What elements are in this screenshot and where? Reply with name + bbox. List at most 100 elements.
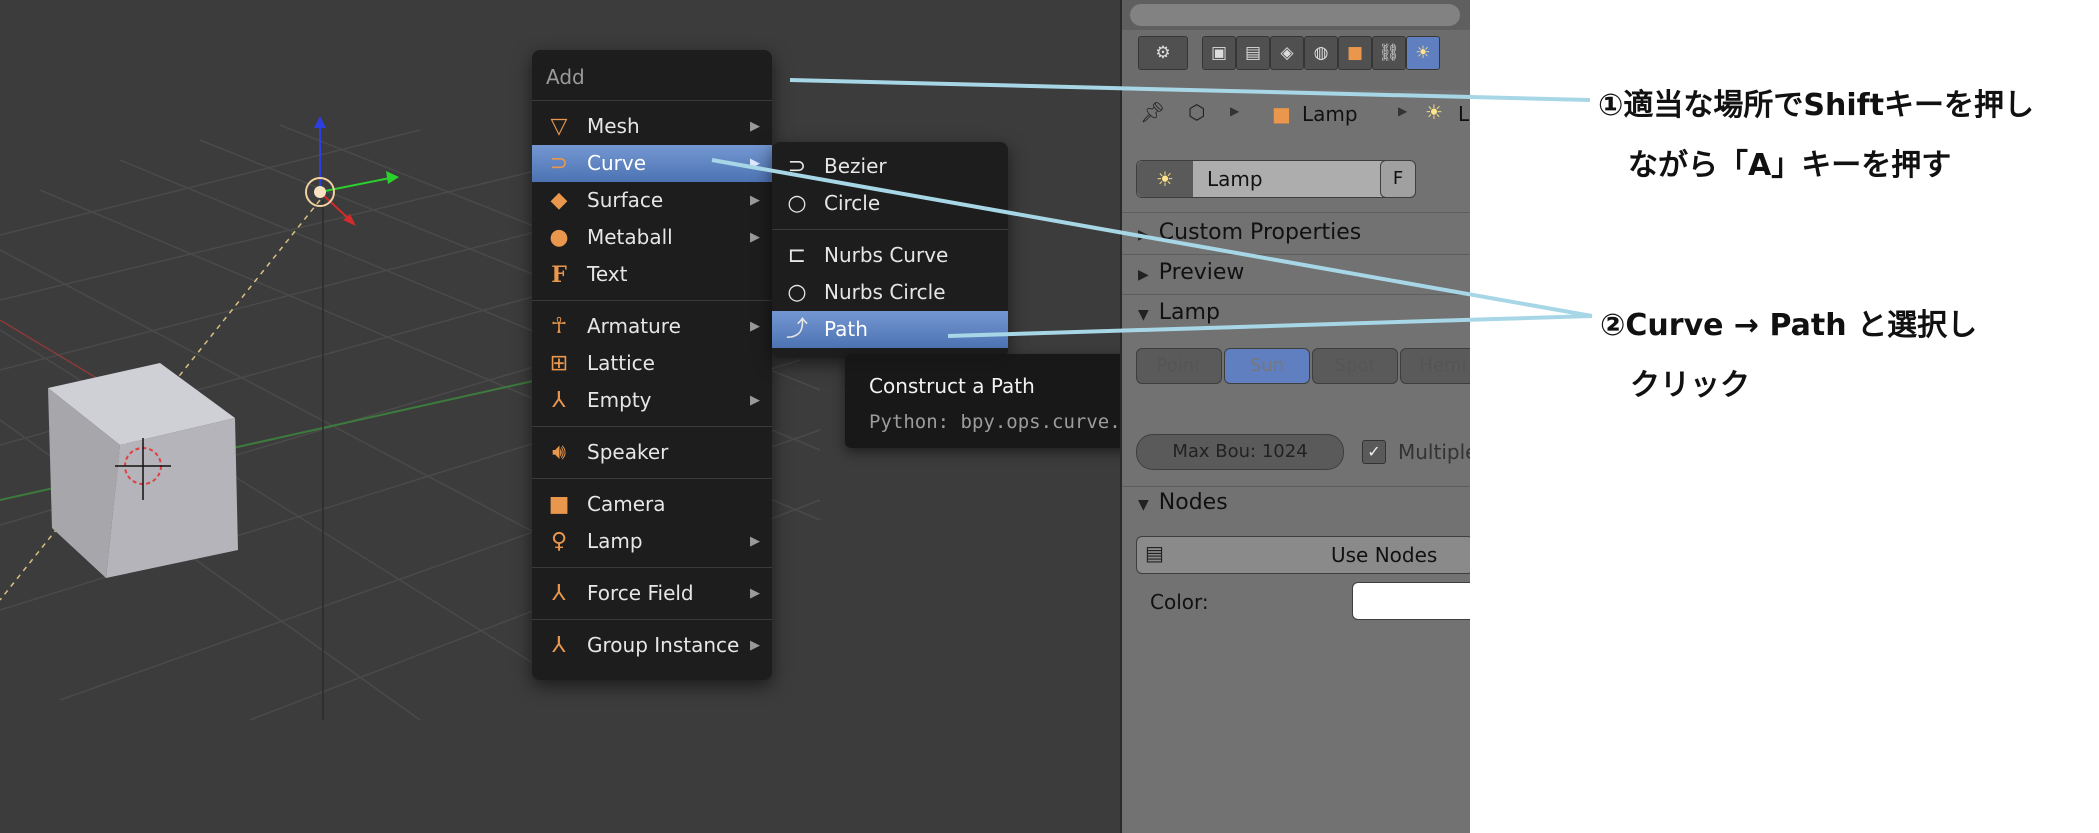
pin-icon[interactable]: 📌︎ bbox=[1140, 100, 1165, 124]
menu-item-text[interactable]: F Text bbox=[532, 256, 772, 293]
breadcrumb-arrow-icon: ▶ bbox=[1230, 104, 1240, 118]
lamp-type-hemi[interactable]: Hemi bbox=[1400, 348, 1472, 384]
menu-item-group-instance[interactable]: ⅄ Group Instance ▶ bbox=[532, 627, 772, 664]
path-icon: ⤴ bbox=[785, 317, 808, 342]
3d-viewport[interactable]: Add ▽ Mesh ▶ ⊃ Curve ▶ ◆ Surface ▶ ● Met… bbox=[0, 0, 1120, 833]
menu-item-mesh[interactable]: ▽ Mesh ▶ bbox=[532, 108, 772, 145]
world-tab-icon[interactable]: ◍ bbox=[1304, 36, 1338, 70]
menu-item-path[interactable]: ⤴ Path bbox=[772, 311, 1008, 348]
tooltip-python: Python: bpy.ops.curve.primitive_nurbs_pa… bbox=[869, 411, 1120, 433]
lamp-type-point[interactable]: Point bbox=[1136, 348, 1222, 384]
curve-icon: ⊃ bbox=[549, 151, 569, 176]
text-icon: F bbox=[551, 262, 567, 288]
menu-item-force-field[interactable]: ⅄ Force Field ▶ bbox=[532, 575, 772, 612]
add-menu: Add ▽ Mesh ▶ ⊃ Curve ▶ ◆ Surface ▶ ● Met… bbox=[532, 50, 772, 680]
breadcrumb-arrow-icon: ▶ bbox=[1398, 104, 1408, 118]
menu-item-circle[interactable]: ○ Circle bbox=[772, 185, 1008, 222]
camera-icon: ■ bbox=[548, 492, 570, 517]
nodes-icon: ▤ bbox=[1145, 541, 1164, 565]
scene-icon: ⬡ bbox=[1188, 100, 1206, 124]
lamp-data-tab-icon[interactable]: ☀ bbox=[1406, 36, 1440, 70]
menu-item-empty[interactable]: ⅄ Empty ▶ bbox=[532, 382, 772, 419]
properties-editor: ⚙ ▣ ▤ ◈ ◍ ■ ⛓ ☀ 📌︎ ⬡ ▶ ■ Lamp ▶ ☀ La ☀ L… bbox=[1120, 0, 1472, 833]
tooltip-title: Construct a Path bbox=[869, 374, 1035, 398]
speaker-icon: 🔊︎ bbox=[552, 440, 566, 465]
menu-item-curve[interactable]: ⊃ Curve ▶ bbox=[532, 145, 772, 182]
lamp-icon: ♀ bbox=[550, 529, 568, 554]
object-icon: ■ bbox=[1272, 102, 1291, 126]
menu-item-armature[interactable]: ☥ Armature ▶ bbox=[532, 308, 772, 345]
multiple-checkbox[interactable]: ✓ bbox=[1362, 440, 1386, 464]
menu-item-metaball[interactable]: ● Metaball ▶ bbox=[532, 219, 772, 256]
cube-object bbox=[48, 363, 238, 578]
datablock-name: Lamp bbox=[1207, 167, 1263, 191]
submenu-arrow-icon: ▶ bbox=[750, 534, 760, 549]
tooltip: Construct a Path Python: bpy.ops.curve.p… bbox=[845, 354, 1120, 448]
render-tab-icon[interactable]: ▣ bbox=[1202, 36, 1236, 70]
multiple-label: Multiple bbox=[1398, 440, 1472, 464]
submenu-arrow-icon: ▶ bbox=[750, 230, 760, 245]
force-field-icon: ⅄ bbox=[552, 581, 566, 606]
lamp-type-spot[interactable]: Spot bbox=[1312, 348, 1398, 384]
lamp-gizmo bbox=[305, 116, 399, 226]
mesh-icon: ▽ bbox=[550, 114, 568, 139]
panel-preview[interactable]: ▶ Preview bbox=[1138, 260, 1244, 285]
panel-nodes[interactable]: ▼ Nodes bbox=[1138, 490, 1228, 515]
submenu-arrow-icon: ▶ bbox=[750, 319, 760, 334]
use-nodes-button[interactable]: ▤ Use Nodes bbox=[1136, 536, 1472, 574]
menu-item-surface[interactable]: ◆ Surface ▶ bbox=[532, 182, 772, 219]
collapse-triangle-icon: ▶ bbox=[1138, 227, 1149, 243]
panel-custom-properties[interactable]: ▶ Custom Properties bbox=[1138, 220, 1361, 245]
lamp-data-icon: ☀ bbox=[1425, 100, 1443, 124]
annotation-area: ①適当な場所でShiftキーを押し ながら「A」キーを押す ②Curve → P… bbox=[1470, 0, 2099, 833]
expand-triangle-icon: ▼ bbox=[1138, 307, 1149, 323]
panel-lamp[interactable]: ▼ Lamp bbox=[1138, 300, 1220, 325]
header-scroll[interactable] bbox=[1130, 4, 1460, 26]
menu-item-nurbs-circle[interactable]: ○ Nurbs Circle bbox=[772, 274, 1008, 311]
step2-line1: ②Curve → Path と選択し bbox=[1600, 308, 1978, 343]
menu-item-lamp[interactable]: ♀ Lamp ▶ bbox=[532, 523, 772, 560]
empty-icon: ⅄ bbox=[552, 388, 566, 413]
submenu-arrow-icon: ▶ bbox=[750, 156, 760, 171]
editor-type-icon[interactable]: ⚙ bbox=[1138, 36, 1188, 70]
submenu-arrow-icon: ▶ bbox=[750, 119, 760, 134]
lamp-type-sun[interactable]: Sun bbox=[1224, 348, 1310, 384]
nurbs-curve-icon: ⊏ bbox=[787, 243, 807, 268]
color-swatch[interactable] bbox=[1352, 582, 1472, 620]
step1-line1: ①適当な場所でShiftキーを押し bbox=[1598, 88, 2035, 123]
lamp-browse-icon[interactable]: ☀ bbox=[1137, 161, 1193, 197]
lattice-icon: ⊞ bbox=[549, 351, 569, 376]
menu-item-camera[interactable]: ■ Camera bbox=[532, 486, 772, 523]
constraints-tab-icon[interactable]: ⛓ bbox=[1372, 36, 1406, 70]
add-menu-title: Add bbox=[546, 65, 585, 89]
nurbs-circle-icon: ○ bbox=[787, 280, 807, 305]
group-instance-icon: ⅄ bbox=[552, 633, 566, 658]
max-bounces-field[interactable]: Max Bou: 1024 bbox=[1136, 434, 1344, 470]
menu-item-bezier[interactable]: ⊃ Bezier bbox=[772, 148, 1008, 185]
menu-item-speaker[interactable]: 🔊︎ Speaker bbox=[532, 434, 772, 471]
metaball-icon: ● bbox=[549, 225, 569, 250]
surface-icon: ◆ bbox=[550, 188, 568, 213]
color-label: Color: bbox=[1150, 590, 1209, 614]
expand-triangle-icon: ▼ bbox=[1138, 497, 1149, 513]
object-tab-icon[interactable]: ■ bbox=[1338, 36, 1372, 70]
bezier-icon: ⊃ bbox=[787, 154, 807, 179]
lamp-type-selector: Point Sun Spot Hemi bbox=[1136, 348, 1472, 384]
submenu-arrow-icon: ▶ bbox=[750, 586, 760, 601]
properties-header bbox=[1122, 0, 1472, 30]
render-layers-tab-icon[interactable]: ▤ bbox=[1236, 36, 1270, 70]
menu-item-lattice[interactable]: ⊞ Lattice bbox=[532, 345, 772, 382]
step2-line2: クリック bbox=[1630, 368, 1750, 403]
collapse-triangle-icon: ▶ bbox=[1138, 267, 1149, 283]
context-tabs-bar: ⚙ ▣ ▤ ◈ ◍ ■ ⛓ ☀ bbox=[1122, 30, 1472, 90]
scene-tab-icon[interactable]: ◈ bbox=[1270, 36, 1304, 70]
menu-item-nurbs-curve[interactable]: ⊏ Nurbs Curve bbox=[772, 237, 1008, 274]
fake-user-button[interactable]: F bbox=[1380, 160, 1416, 198]
submenu-arrow-icon: ▶ bbox=[750, 638, 760, 653]
breadcrumb-object: Lamp bbox=[1302, 102, 1358, 126]
curve-submenu: ⊃ Bezier ○ Circle ⊏ Nurbs Curve ○ Nurbs … bbox=[772, 142, 1008, 358]
step1-line2: ながら「A」キーを押す bbox=[1628, 148, 1952, 183]
armature-icon: ☥ bbox=[550, 314, 568, 339]
datablock-selector[interactable]: ☀ Lamp bbox=[1136, 160, 1414, 198]
circle-icon: ○ bbox=[787, 191, 807, 216]
